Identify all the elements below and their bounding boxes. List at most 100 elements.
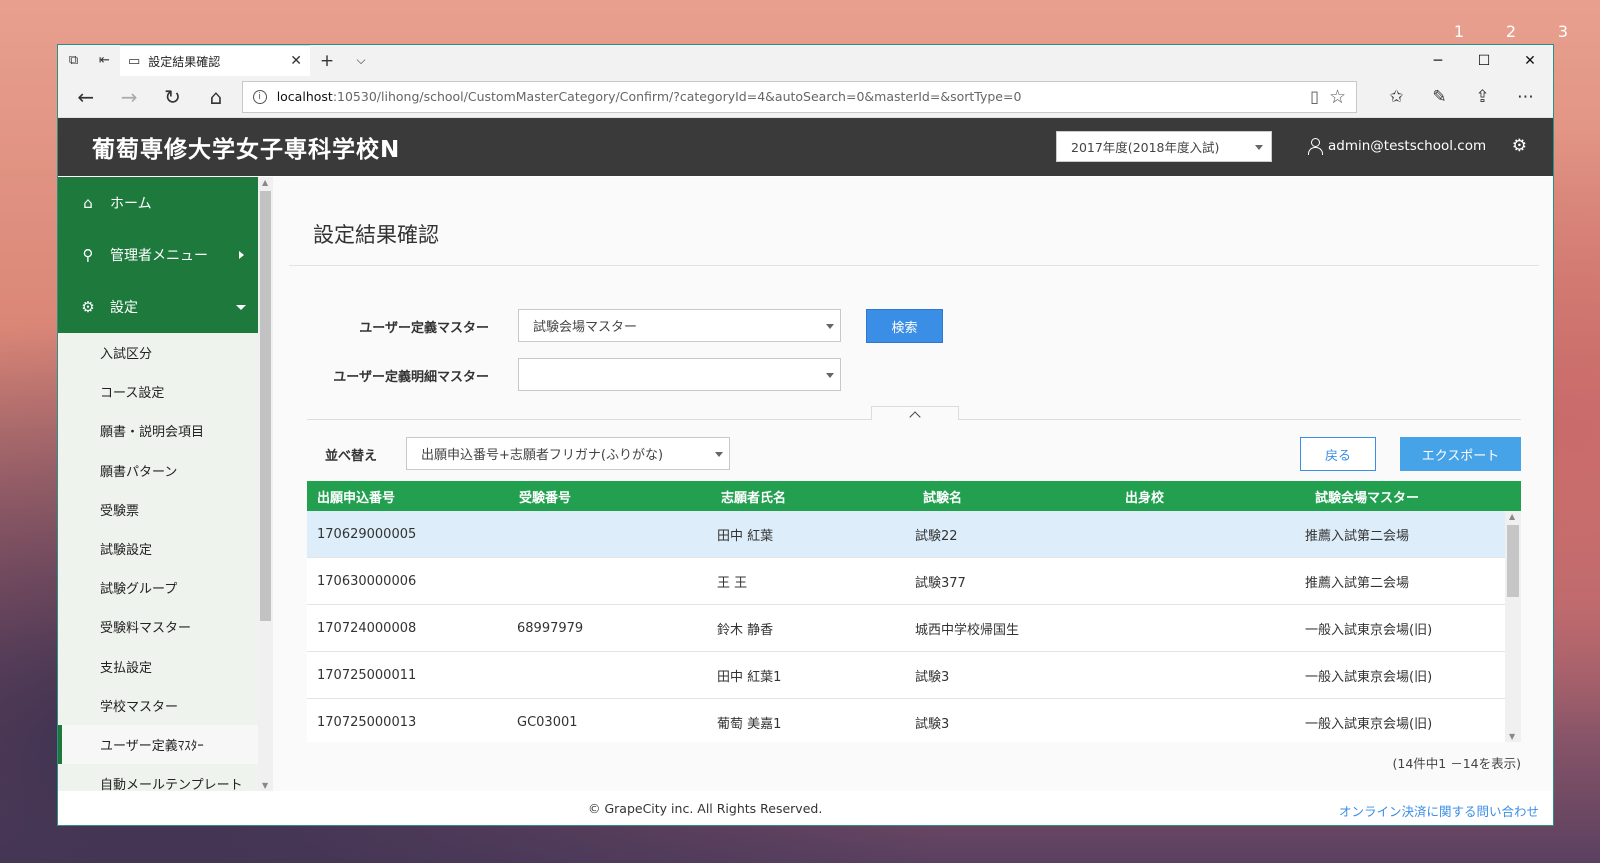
back-button[interactable]: 戻る xyxy=(1300,437,1376,471)
table-row[interactable]: 170725000013 GC03001 葡萄 美嘉1 試験3 一般入試東京会場… xyxy=(307,699,1521,742)
sidebar-subitem[interactable]: 願書パターン xyxy=(58,451,258,490)
forward-icon[interactable]: → xyxy=(107,76,150,118)
scroll-up-icon[interactable]: ▲ xyxy=(262,178,268,187)
back-icon[interactable]: ← xyxy=(64,76,107,118)
user-menu[interactable]: admin@testschool.com xyxy=(1308,138,1486,155)
tab-list-icon[interactable]: ⌵ xyxy=(344,45,378,76)
browser-window: ⧉ ⇤ ▭ 設定結果確認 ✕ + ⌵ ─ ☐ ✕ ← → ↻ ⌂ i local… xyxy=(57,44,1554,826)
cell-exam-name: 城西中学校帰国生 xyxy=(915,622,1020,638)
url-path: :10530/lihong/school/CustomMasterCategor… xyxy=(332,89,1022,104)
column-header[interactable]: 試験会場マスター xyxy=(1301,487,1491,506)
sidebar-subitem[interactable]: 受験票 xyxy=(58,490,258,529)
table-row[interactable]: 170629000005 田中 紅葉 試験22 推薦入試第二会場 xyxy=(307,511,1521,558)
sidebar-subitem[interactable]: 支払設定 xyxy=(58,647,258,686)
chevron-down-icon xyxy=(236,305,246,310)
cell-venue: 一般入試東京会場(旧) xyxy=(1305,622,1433,638)
close-tab-icon[interactable]: ✕ xyxy=(290,53,302,69)
table-scrollbar[interactable]: ▲ ▼ xyxy=(1505,511,1521,742)
more-icon[interactable]: ⋯ xyxy=(1504,87,1547,107)
sidebar-item-label: 設定 xyxy=(110,300,138,316)
sidebar-subitem[interactable]: 試験グループ xyxy=(58,568,258,607)
set-aside-tabs-icon[interactable]: ⇤ xyxy=(89,45,120,76)
cell-exam-no: GC03001 xyxy=(517,714,578,730)
sidebar-subitem[interactable]: 試験設定 xyxy=(58,529,258,568)
info-icon[interactable]: i xyxy=(252,89,267,104)
scroll-down-icon[interactable]: ▼ xyxy=(1509,732,1515,741)
export-button[interactable]: エクスポート xyxy=(1400,437,1521,471)
contact-link[interactable]: オンライン決済に関する問い合わせ xyxy=(1339,801,1539,820)
column-header[interactable]: 出身校 xyxy=(1111,487,1301,506)
cell-venue: 一般入試東京会場(旧) xyxy=(1305,716,1433,732)
search-button[interactable]: 検索 xyxy=(866,309,943,343)
browser-tab[interactable]: ▭ 設定結果確認 ✕ xyxy=(120,45,310,76)
page-icon: ▭ xyxy=(128,53,141,69)
cell-venue: 一般入試東京会場(旧) xyxy=(1305,669,1433,685)
refresh-icon[interactable]: ↻ xyxy=(151,76,194,118)
master-select[interactable]: 試験会場マスター xyxy=(518,309,841,342)
sidebar-scrollbar[interactable]: ▲ ▼ xyxy=(258,177,273,791)
collapse-toggle[interactable] xyxy=(871,406,959,423)
page-title: 設定結果確認 xyxy=(313,223,439,247)
cell-applicant-name: 葡萄 美嘉1 xyxy=(717,716,782,732)
detail-master-select[interactable] xyxy=(518,358,841,391)
user-icon: ⚲ xyxy=(82,246,94,264)
share-icon[interactable]: ⇪ xyxy=(1461,87,1504,107)
sidebar-subitem[interactable]: 自動メールテンプレート xyxy=(58,764,258,791)
tab-preview-icon[interactable]: ⧉ xyxy=(58,45,89,76)
sort-select-value: 出願申込番号+志願者フリガナ(ふりがな) xyxy=(421,448,664,463)
table-row[interactable]: 170725000011 田中 紅葉1 試験3 一般入試東京会場(旧) xyxy=(307,652,1521,699)
master-select-value: 試験会場マスター xyxy=(533,320,638,335)
settings-gear-icon[interactable]: ⚙ xyxy=(1512,136,1527,156)
favorite-star-icon[interactable]: ☆ xyxy=(1329,86,1346,108)
address-bar[interactable]: i localhost:10530/lihong/school/CustomMa… xyxy=(241,80,1358,113)
minimize-icon[interactable]: ─ xyxy=(1415,45,1461,76)
sort-select[interactable]: 出願申込番号+志願者フリガナ(ふりがな) xyxy=(406,437,730,470)
scrollbar-thumb[interactable] xyxy=(260,191,271,621)
column-header[interactable]: 志願者氏名 xyxy=(711,487,911,506)
table-body: 170629000005 田中 紅葉 試験22 推薦入試第二会場 1706300… xyxy=(307,511,1521,742)
new-tab-icon[interactable]: + xyxy=(310,45,344,76)
home-icon: ⌂ xyxy=(83,194,93,212)
sidebar-item-label: 管理者メニュー xyxy=(110,248,208,264)
sidebar-item-settings[interactable]: ⚙ 設定 xyxy=(58,281,258,333)
gear-icon: ⚙ xyxy=(81,298,95,316)
year-select-value: 2017年度(2018年度入試) xyxy=(1071,140,1220,155)
desktop-number: 2 xyxy=(1505,22,1517,41)
column-header[interactable]: 出願申込番号 xyxy=(307,487,509,506)
sidebar-subitem[interactable]: 入試区分 xyxy=(58,333,258,372)
maximize-icon[interactable]: ☐ xyxy=(1461,45,1507,76)
sidebar-subitem[interactable]: 願書・説明会項目 xyxy=(58,411,258,450)
scroll-up-icon[interactable]: ▲ xyxy=(1509,512,1515,521)
reading-view-icon[interactable]: ▯ xyxy=(1310,87,1319,106)
sort-label: 並べ替え xyxy=(324,449,377,464)
chevron-up-icon xyxy=(909,410,921,423)
column-header[interactable]: 受験番号 xyxy=(509,487,711,506)
close-window-icon[interactable]: ✕ xyxy=(1507,45,1553,76)
sidebar-subitem-active[interactable]: ユーザー定義ﾏｽﾀｰ xyxy=(58,724,258,765)
cell-application-no: 170724000008 xyxy=(317,620,417,636)
cell-application-no: 170725000011 xyxy=(317,667,417,683)
cell-applicant-name: 田中 紅葉 xyxy=(717,528,774,544)
scroll-down-icon[interactable]: ▼ xyxy=(262,781,268,790)
sidebar-item-home[interactable]: ⌂ ホーム xyxy=(58,177,258,229)
scrollbar-thumb[interactable] xyxy=(1507,525,1519,597)
school-name[interactable]: 葡萄専修大学女子専科学校N xyxy=(92,130,400,164)
sidebar-subitem[interactable]: 学校マスター xyxy=(58,686,258,725)
favorites-icon[interactable]: ✩ xyxy=(1375,87,1418,107)
sidebar-item-admin-menu[interactable]: ⚲ 管理者メニュー xyxy=(58,229,258,281)
table-row[interactable]: 170724000008 68997979 鈴木 静香 城西中学校帰国生 一般入… xyxy=(307,605,1521,652)
pen-icon[interactable]: ✎ xyxy=(1418,87,1461,107)
window-controls: ─ ☐ ✕ xyxy=(1415,45,1553,76)
cell-application-no: 170725000013 xyxy=(317,714,417,730)
table-row[interactable]: 170630000006 王 王 試験377 推薦入試第二会場 xyxy=(307,558,1521,605)
year-select[interactable]: 2017年度(2018年度入試) xyxy=(1056,131,1272,162)
app-header: 葡萄専修大学女子専科学校N 2017年度(2018年度入試) admin@tes… xyxy=(58,118,1553,176)
sidebar-subitem[interactable]: コース設定 xyxy=(58,372,258,411)
chevron-down-icon xyxy=(826,373,834,378)
chevron-down-icon xyxy=(715,452,723,457)
home-icon[interactable]: ⌂ xyxy=(194,76,237,118)
sidebar-item-label: ホーム xyxy=(110,196,152,212)
desktop-number: 1 xyxy=(1453,22,1465,41)
sidebar-subitem[interactable]: 受験料マスター xyxy=(58,607,258,646)
column-header[interactable]: 試験名 xyxy=(911,487,1111,506)
